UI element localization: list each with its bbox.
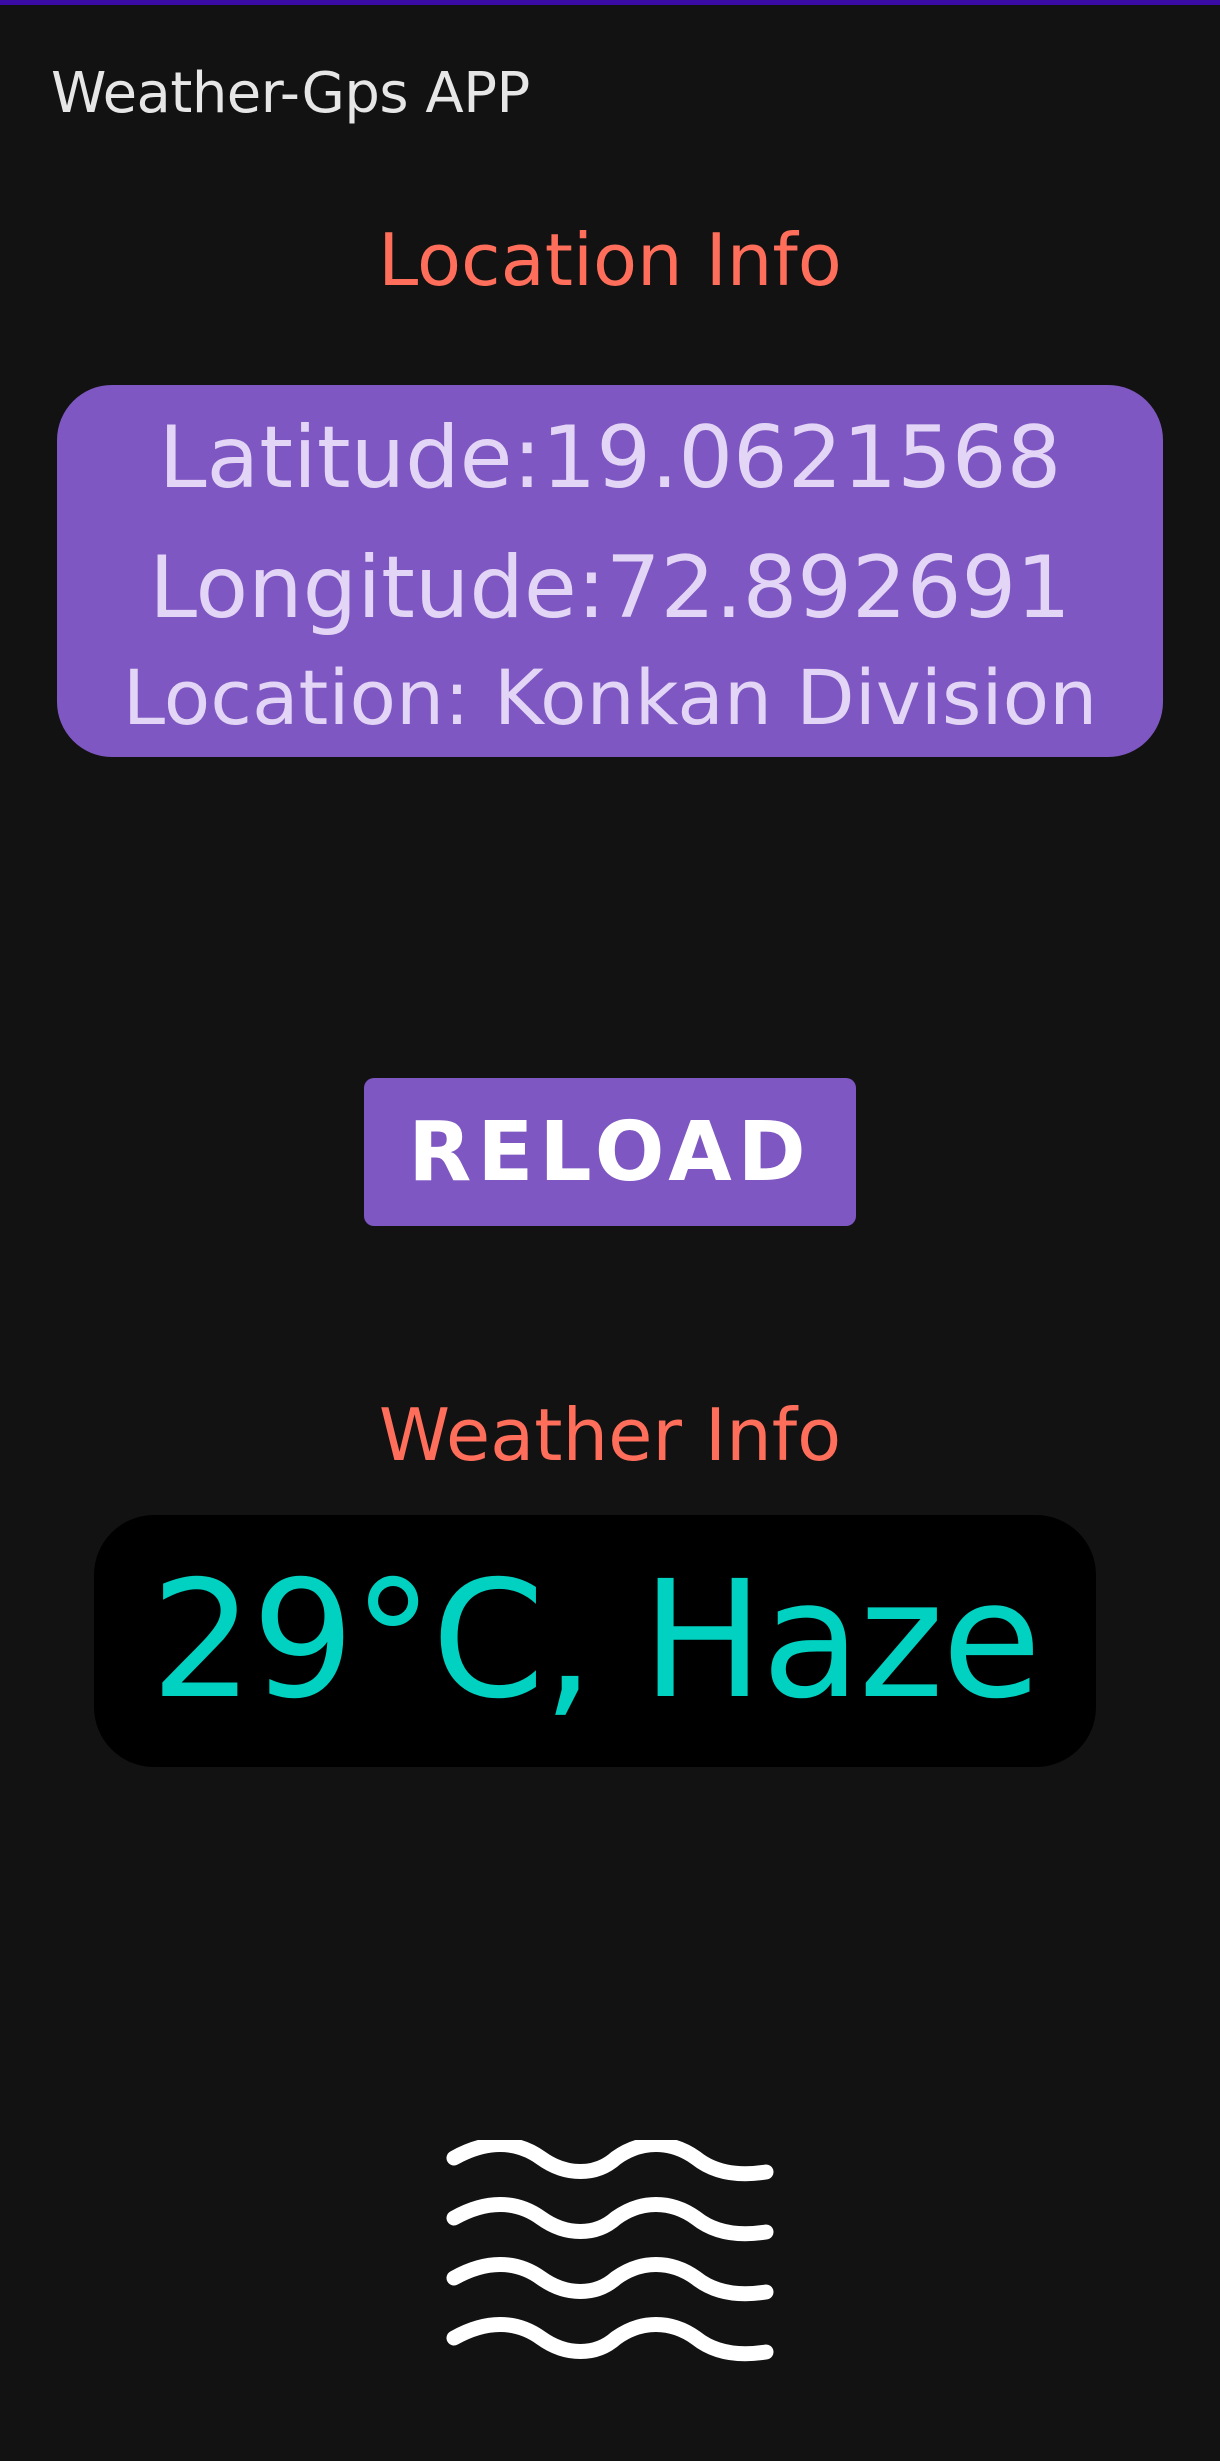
haze-wave-4 (446, 2317, 774, 2362)
status-bar-strip (0, 0, 1220, 5)
haze-wave-2 (446, 2197, 774, 2242)
location-info-heading: Location Info (378, 218, 842, 302)
latitude-text: Latitude:19.0621568 (158, 408, 1062, 508)
haze-icon (446, 2140, 774, 2362)
haze-wave-3 (446, 2257, 774, 2302)
longitude-text: Longitude:72.892691 (149, 538, 1071, 638)
weather-info-heading: Weather Info (378, 1393, 842, 1477)
location-card: Latitude:19.0621568 Longitude:72.892691 … (57, 385, 1163, 757)
weather-summary-text: 29°C, Haze (150, 1547, 1041, 1735)
haze-wave-1 (446, 2140, 774, 2182)
reload-button[interactable]: RELOAD (364, 1078, 856, 1226)
app-title: Weather-Gps APP (51, 61, 530, 126)
location-name-text: Location: Konkan Division (122, 653, 1098, 742)
weather-card: 29°C, Haze (94, 1515, 1096, 1767)
